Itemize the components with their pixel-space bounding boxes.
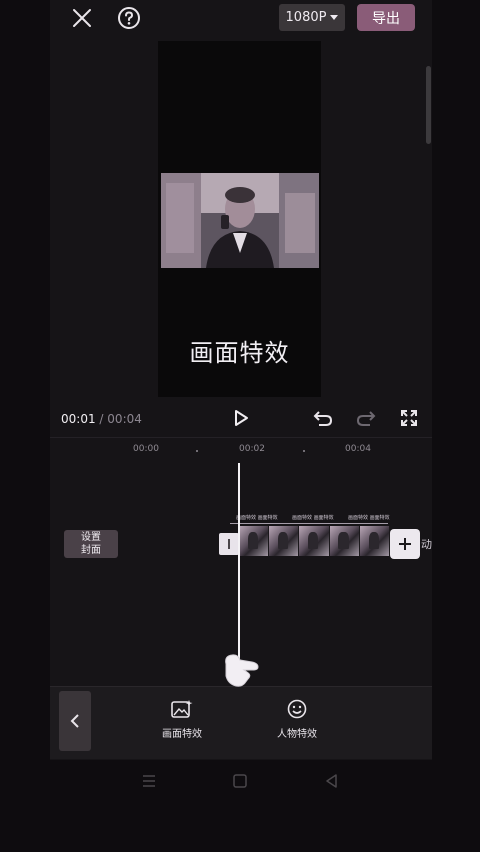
menu-icon[interactable] [140, 772, 158, 790]
divider [50, 437, 432, 438]
play-icon[interactable] [230, 407, 252, 429]
help-icon[interactable] [117, 6, 141, 30]
time-display: 00:01 / 00:04 [61, 412, 142, 426]
pointing-hand-icon [225, 654, 259, 687]
effect-track-header: 画面特效 画面特效 画面特效 画面特效 画面特效 画面特效 [230, 514, 390, 524]
clip-thumbnail [239, 526, 270, 556]
resolution-label: 1080P [285, 10, 327, 25]
editor-app: 1080P 导出 画面特效 00:01 / 00:04 00:00 00:02 … [50, 0, 432, 760]
effect-track-label: 画面特效 画面特效 [292, 515, 334, 521]
redo-icon[interactable] [355, 407, 377, 429]
clip-trim-handle[interactable] [219, 533, 239, 555]
set-cover-button[interactable]: 设置 封面 [64, 530, 118, 558]
effects-toolbar: 画面特效 人物特效 [50, 686, 432, 759]
playback-controls: 00:01 / 00:04 [50, 404, 432, 434]
clip-label-peek: 动 [421, 538, 432, 551]
overlay-text: 画面特效 [189, 339, 290, 367]
home-icon[interactable] [231, 772, 249, 790]
ruler-tick: 00:02 [239, 444, 265, 454]
cover-label-line2: 封面 [81, 545, 101, 556]
tool-label: 人物特效 [277, 729, 317, 740]
plus-icon [399, 538, 411, 550]
back-button[interactable] [59, 691, 91, 751]
ruler-dot [303, 450, 305, 452]
tool-face-effect[interactable]: 人物特效 [262, 699, 332, 740]
fullscreen-icon[interactable] [398, 407, 420, 429]
time-ruler[interactable]: 00:00 00:02 00:04 [50, 444, 432, 458]
scrollbar[interactable] [426, 66, 431, 144]
clip-thumbnail [299, 526, 330, 556]
resolution-dropdown[interactable]: 1080P [279, 4, 345, 31]
ruler-tick: 00:00 [133, 444, 159, 454]
chevron-left-icon [70, 714, 79, 728]
close-icon[interactable] [70, 6, 94, 30]
ruler-tick: 00:04 [345, 444, 371, 454]
clip-thumbnail [269, 526, 300, 556]
nav-back-icon[interactable] [323, 772, 341, 790]
time-separator: / [99, 412, 104, 426]
tool-label: 画面特效 [162, 729, 202, 740]
ruler-dot [196, 450, 198, 452]
face-effect-icon [287, 699, 307, 719]
effect-track-label: 画面特效 画面特效 [348, 515, 390, 521]
system-nav-bar [0, 760, 480, 804]
video-frame [161, 173, 319, 268]
playhead[interactable] [238, 463, 240, 676]
effect-track-label: 画面特效 画面特效 [236, 515, 278, 521]
image-effect-icon [171, 700, 193, 718]
clip-thumbnail [359, 526, 390, 556]
undo-icon[interactable] [312, 407, 334, 429]
chevron-down-icon [330, 15, 339, 20]
clip-thumbnail [329, 526, 360, 556]
current-time: 00:01 [61, 412, 96, 426]
total-time: 00:04 [107, 412, 142, 426]
export-button[interactable]: 导出 [357, 4, 415, 31]
preview-canvas[interactable]: 画面特效 [158, 41, 321, 397]
video-clip[interactable] [239, 526, 390, 556]
video-thumbnail-image [161, 173, 319, 268]
top-bar: 1080P 导出 [50, 0, 432, 36]
tool-image-effect[interactable]: 画面特效 [147, 699, 217, 740]
add-clip-button[interactable] [390, 529, 420, 559]
cover-label-line1: 设置 [81, 532, 101, 543]
